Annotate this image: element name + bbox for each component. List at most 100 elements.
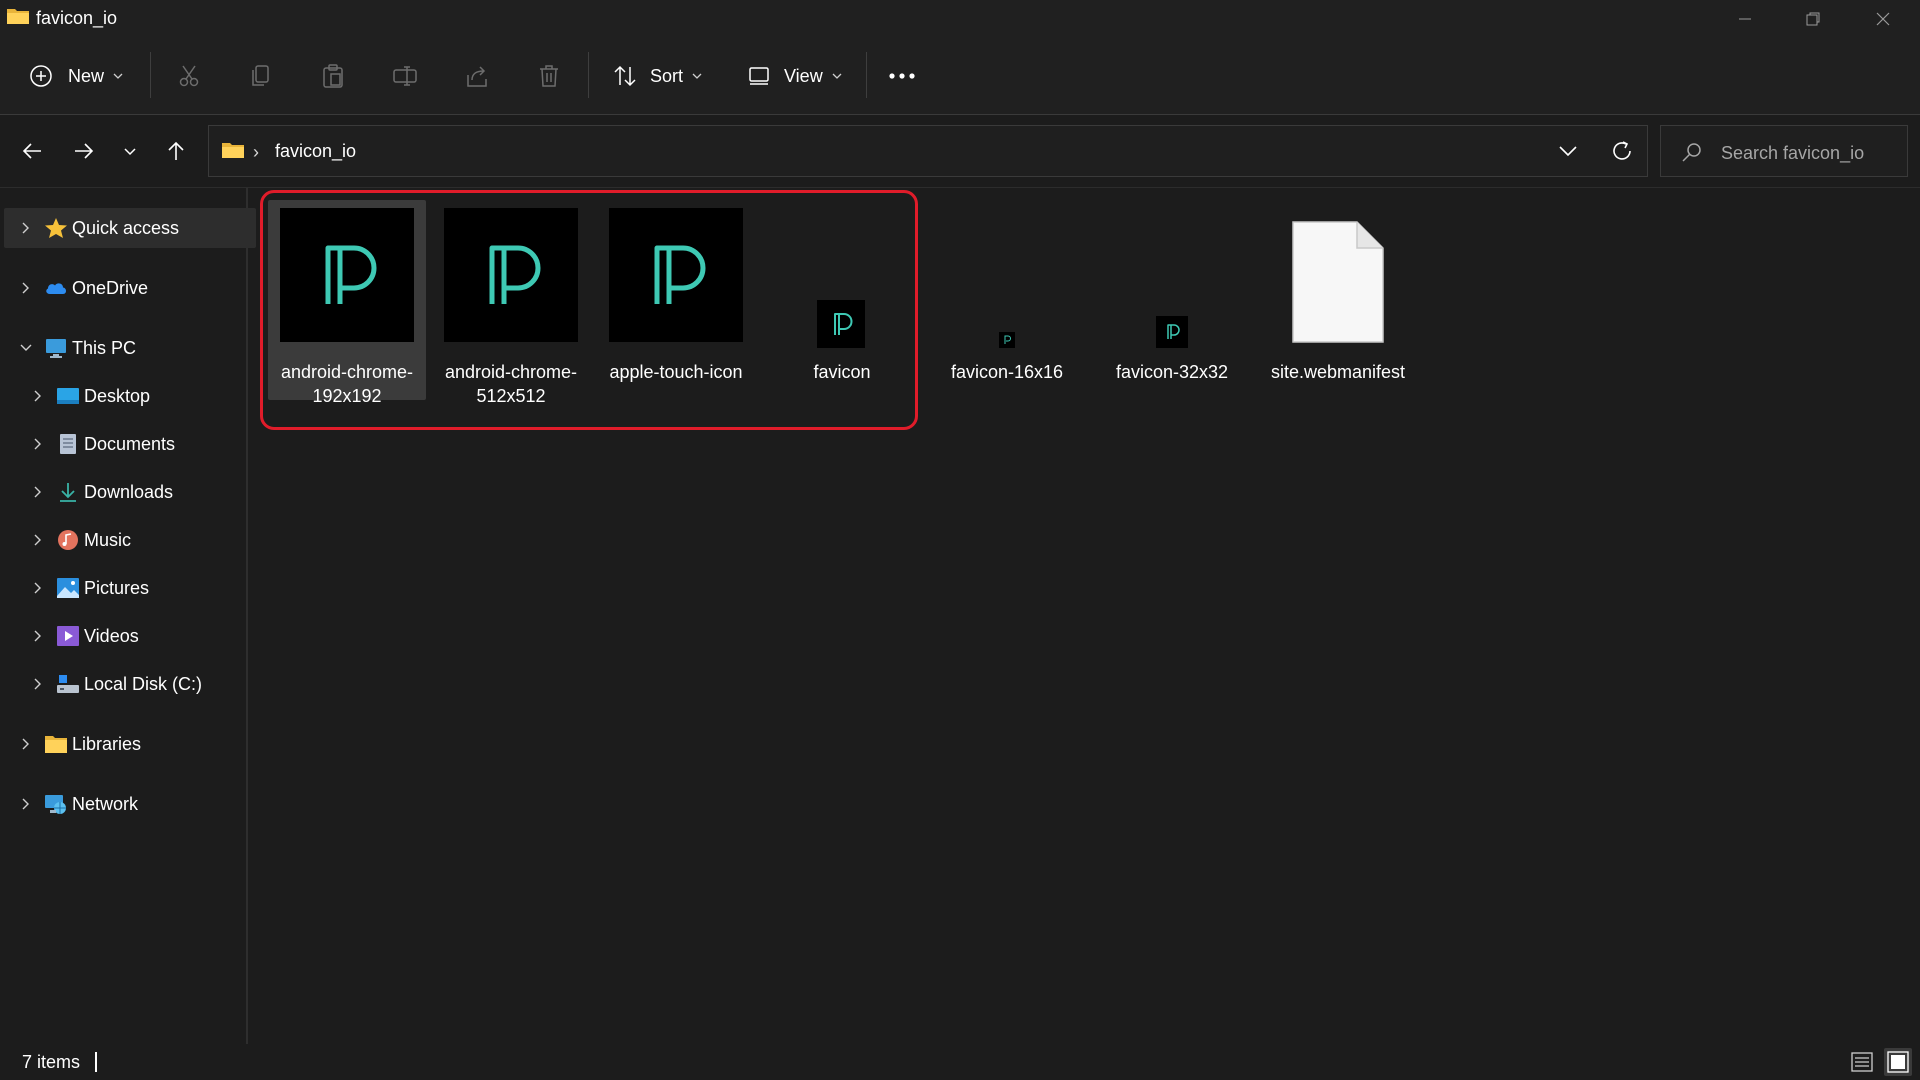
- toolbar-divider: [588, 52, 589, 98]
- chevron-down-icon[interactable]: [18, 340, 34, 356]
- search-input[interactable]: [1719, 138, 1903, 168]
- minimize-button[interactable]: [1710, 0, 1780, 38]
- chevron-right-icon[interactable]: [30, 484, 46, 500]
- toolbar-divider: [866, 52, 867, 98]
- sidebar-item-local-disk[interactable]: Local Disk (C:): [4, 664, 268, 704]
- copy-icon: [252, 65, 269, 86]
- up-button[interactable]: [156, 131, 196, 171]
- file-name: favicon-32x32: [1115, 362, 1229, 382]
- command-bar: New Sort View: [0, 38, 1920, 115]
- item-count: 7 items: [22, 1052, 81, 1072]
- large-icons-view-icon: [1887, 1051, 1909, 1073]
- sort-icon: [614, 65, 636, 87]
- chevron-right-icon[interactable]: [30, 436, 46, 452]
- sidebar-item-quick-access[interactable]: Quick access: [4, 208, 256, 248]
- file-item[interactable]: favicon-32x32: [1093, 200, 1251, 400]
- more-icon: [889, 73, 915, 79]
- sidebar-item-onedrive[interactable]: OneDrive: [4, 268, 256, 308]
- details-view-button[interactable]: [1848, 1048, 1876, 1076]
- sort-label: Sort: [650, 65, 684, 86]
- file-item[interactable]: site.webmanifest: [1259, 200, 1417, 400]
- refresh-button[interactable]: [1609, 138, 1635, 169]
- address-history-button[interactable]: [1555, 138, 1581, 169]
- document-icon: [60, 434, 76, 454]
- sidebar-item-label: Desktop: [84, 385, 151, 406]
- picture-icon: [57, 578, 79, 598]
- recent-locations-button[interactable]: [110, 131, 150, 171]
- share-button[interactable]: [464, 52, 492, 100]
- view-button[interactable]: View: [748, 52, 848, 100]
- close-icon: [1876, 12, 1890, 26]
- p-logo-thumbnail: [999, 332, 1015, 348]
- cloud-icon: [46, 283, 66, 294]
- sidebar-item-pictures[interactable]: Pictures: [4, 568, 268, 608]
- sidebar-item-label: Quick access: [72, 217, 180, 238]
- sidebar-item-label: Documents: [84, 433, 176, 454]
- large-icons-view-button[interactable]: [1884, 1048, 1912, 1076]
- cut-button[interactable]: [176, 52, 204, 100]
- share-icon: [467, 66, 487, 87]
- sidebar-item-label: Music: [84, 529, 132, 550]
- star-icon: [45, 218, 67, 238]
- copy-button[interactable]: [248, 52, 276, 100]
- sidebar-item-documents[interactable]: Documents: [4, 424, 268, 464]
- new-button[interactable]: New: [28, 52, 132, 100]
- breadcrumb-separator: ›: [253, 142, 259, 162]
- chevron-right-icon[interactable]: [18, 796, 34, 812]
- status-bar: 7 items: [0, 1044, 1920, 1080]
- chevron-right-icon[interactable]: [18, 736, 34, 752]
- sidebar-item-music[interactable]: Music: [4, 520, 268, 560]
- forward-button[interactable]: [64, 131, 104, 171]
- more-options-button[interactable]: [888, 52, 920, 100]
- file-item[interactable]: favicon-16x16: [928, 200, 1086, 400]
- sidebar-item-network[interactable]: Network: [4, 784, 256, 824]
- breadcrumb-current[interactable]: favicon_io: [275, 141, 356, 162]
- folder-icon: [45, 736, 67, 753]
- restore-button[interactable]: [1778, 0, 1848, 38]
- chevron-right-icon[interactable]: [18, 280, 34, 296]
- sort-button[interactable]: Sort: [612, 52, 712, 100]
- chevron-right-icon[interactable]: [30, 532, 46, 548]
- chevron-right-icon[interactable]: [30, 388, 46, 404]
- restore-icon: [1806, 12, 1820, 26]
- sidebar-item-videos[interactable]: Videos: [4, 616, 268, 656]
- sidebar-item-this-pc[interactable]: This PC: [4, 328, 256, 368]
- details-view-icon: [1851, 1052, 1873, 1072]
- monitor-icon: [46, 339, 66, 358]
- rename-button[interactable]: [392, 52, 420, 100]
- chevron-right-icon[interactable]: [30, 580, 46, 596]
- arrow-left-icon: [22, 143, 41, 159]
- blank-file-icon: [1292, 221, 1384, 343]
- sidebar-item-downloads[interactable]: Downloads: [4, 472, 268, 512]
- rename-icon: [393, 66, 417, 86]
- back-button[interactable]: [12, 131, 52, 171]
- paste-button[interactable]: [320, 52, 348, 100]
- p-logo-thumbnail: [1156, 316, 1188, 348]
- sidebar-item-desktop[interactable]: Desktop: [4, 376, 268, 416]
- delete-button[interactable]: [536, 52, 564, 100]
- chevron-down-icon: [113, 73, 123, 79]
- chevron-right-icon[interactable]: [30, 676, 46, 692]
- trash-icon: [540, 65, 558, 87]
- sidebar-item-libraries[interactable]: Libraries: [4, 724, 256, 764]
- chevron-down-icon: [692, 73, 702, 79]
- desktop-icon: [57, 388, 79, 404]
- view-icon: [749, 67, 769, 85]
- new-label: New: [68, 65, 105, 86]
- close-button[interactable]: [1848, 0, 1918, 38]
- search-box[interactable]: [1660, 125, 1908, 177]
- download-icon: [60, 483, 76, 502]
- chevron-right-icon[interactable]: [30, 628, 46, 644]
- address-bar[interactable]: › favicon_io: [208, 125, 1648, 177]
- disk-icon: [57, 675, 79, 693]
- navigation-pane: Quick access OneDrive This PC Desktop Do…: [0, 188, 256, 1044]
- file-name: site.webmanifest: [1270, 362, 1406, 382]
- folder-icon: [222, 143, 244, 158]
- navigation-bar: › favicon_io: [0, 115, 1920, 188]
- folder-icon: [7, 9, 29, 24]
- status-divider: [95, 1052, 97, 1072]
- arrow-right-icon: [75, 143, 94, 159]
- chevron-right-icon[interactable]: [18, 220, 34, 236]
- sidebar-item-label: Videos: [84, 625, 139, 646]
- sidebar-item-label: Downloads: [84, 481, 174, 502]
